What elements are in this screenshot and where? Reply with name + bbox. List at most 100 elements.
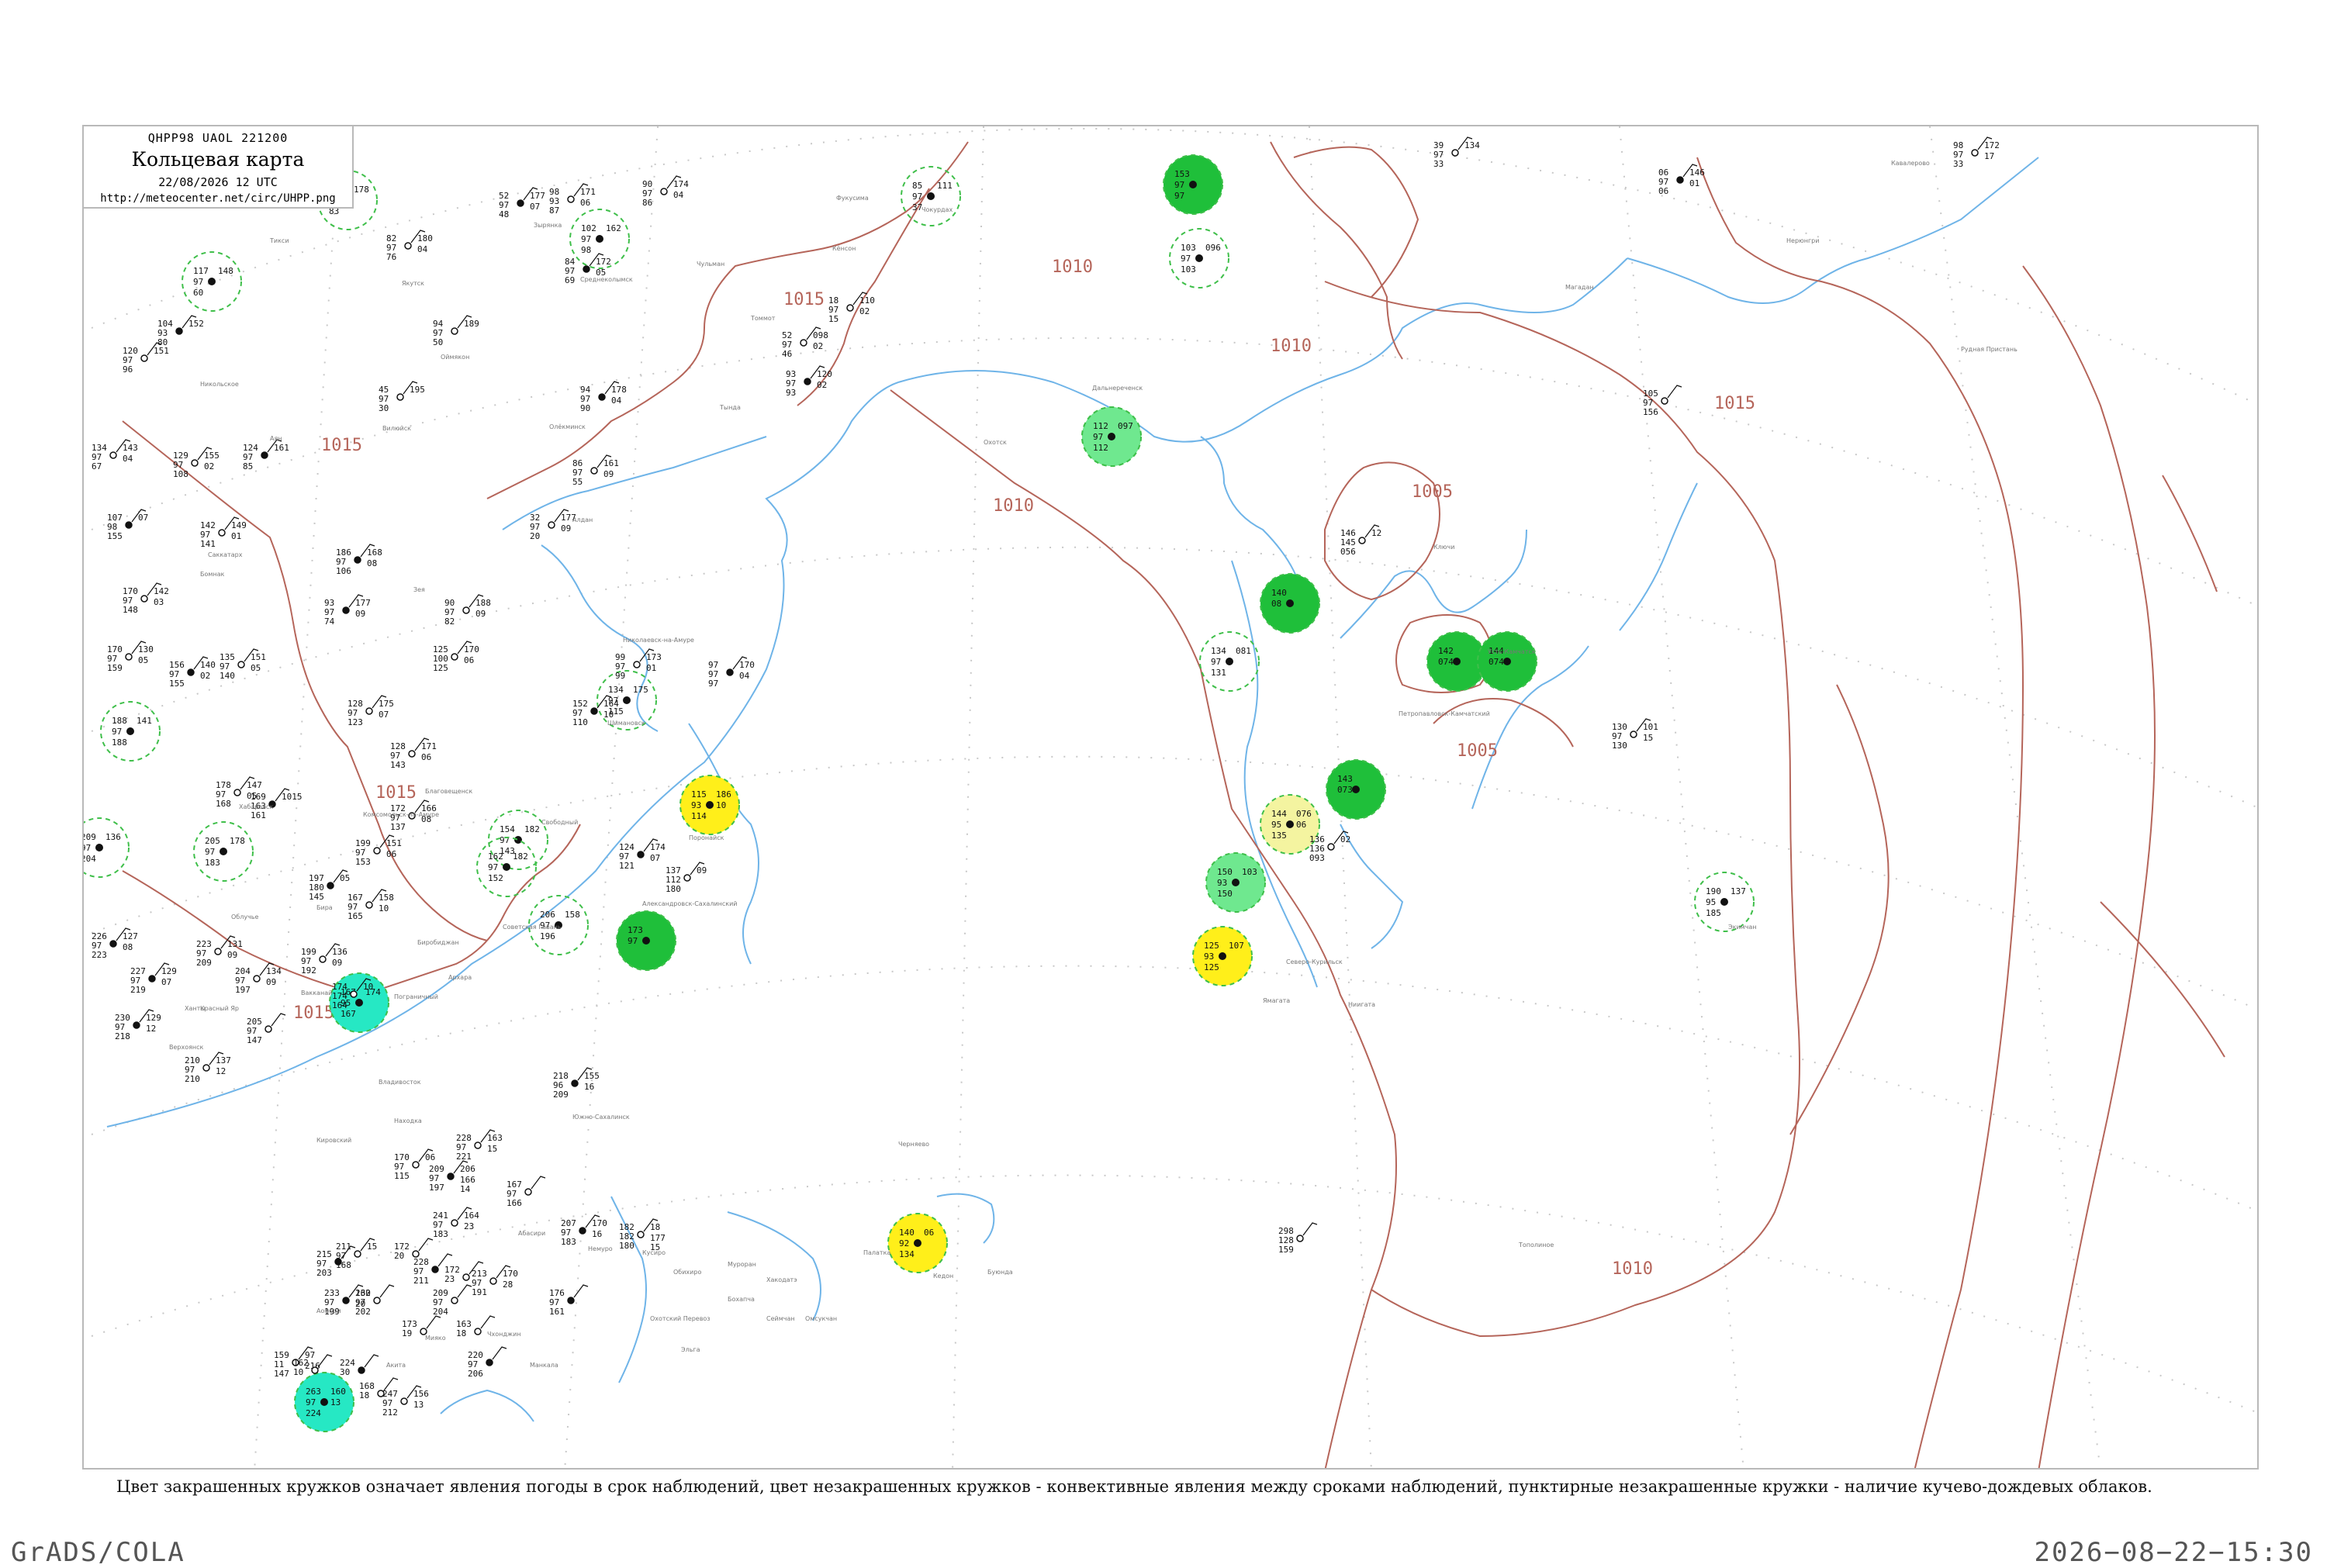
cloud-cover-icon	[148, 975, 156, 983]
station-value: 93	[1217, 878, 1227, 888]
wind-barb-icon	[480, 1315, 496, 1329]
station-value: 137	[216, 1055, 231, 1065]
station-plot: 86975516109	[572, 454, 619, 487]
cloud-cover-icon	[514, 836, 522, 844]
cloud-cover-icon	[1286, 599, 1294, 607]
cloud-cover-icon	[1720, 898, 1728, 906]
station-value: 204	[433, 1307, 448, 1317]
station-plot: 1299710815502	[173, 447, 220, 479]
station-value: 07	[161, 977, 171, 987]
station-value: 09	[227, 950, 237, 960]
station-name-label: Аомори	[316, 1307, 341, 1314]
cloud-cover-icon	[637, 1231, 645, 1238]
cloud-cover-icon	[408, 750, 416, 758]
station-plot: 10597156	[1643, 385, 1682, 417]
cloud-cover-icon	[412, 1250, 420, 1258]
station-name-label: Кировский	[316, 1137, 351, 1144]
station-plot: 2119716815	[336, 1238, 377, 1270]
map-datetime: 22/08/2026 12 UTC	[158, 175, 278, 189]
station-weather-circle: 11297112 097	[1081, 406, 1142, 467]
station-plot: 22097206	[468, 1346, 507, 1379]
station-name-label: Олёкминск	[549, 423, 586, 430]
station-value: 206	[460, 1164, 475, 1174]
station-value: 143	[123, 443, 138, 453]
station-plot: 2269722312708	[92, 927, 138, 960]
station-value: 209	[196, 958, 212, 968]
station-value: 97	[193, 277, 203, 287]
station-name-label: Палатка	[863, 1249, 890, 1256]
cloud-cover-icon	[548, 521, 555, 529]
station-plot: 949750189	[433, 315, 479, 347]
station-weather-circle: 11593114 18610	[679, 775, 740, 835]
station-value: 1015	[282, 792, 303, 802]
station-value: 17	[1984, 151, 1994, 161]
station-value: 102	[581, 223, 596, 233]
station-value: 13	[330, 1397, 341, 1407]
station-value: 16	[584, 1082, 594, 1092]
station-weather-circle: 859737111	[901, 166, 961, 226]
station-weather-circle: 17397	[616, 910, 676, 971]
station-plot: 1709714814203	[123, 582, 169, 615]
station-value: 10	[293, 1367, 303, 1377]
station-value: 190	[1706, 886, 1721, 896]
station-value: 155	[204, 451, 220, 461]
station-plot: 98973317217	[1953, 136, 2000, 169]
station-value: 115	[394, 1171, 410, 1181]
station-name-label: Поронайск	[689, 834, 724, 841]
station-weather-circle: 20597183 178	[193, 821, 254, 882]
station-names: Тикси Чокурдах Зырянка Среднеколымск Оймякон…	[169, 160, 2018, 1369]
station-value: 97	[912, 192, 922, 202]
station-weather-circle: 14008	[1260, 573, 1320, 634]
cloud-cover-icon	[683, 874, 691, 882]
cloud-cover-icon	[642, 937, 650, 945]
cloud-cover-icon	[140, 595, 148, 603]
station-value: 95	[1706, 897, 1716, 907]
station-name-label: Рудная Пристань	[1961, 346, 2018, 353]
station-plot: 23097202	[355, 1284, 395, 1317]
cloud-cover-icon	[579, 1227, 586, 1235]
station-name-label: Биробиджан	[417, 939, 459, 946]
station-weather-circle: 1179760 148	[182, 251, 242, 312]
cloud-cover-icon	[489, 1277, 497, 1285]
station-value: 18	[650, 1222, 660, 1232]
station-value: 05	[340, 873, 350, 883]
station-plot: 14614505612	[1340, 524, 1381, 557]
cloud-cover-icon	[462, 606, 470, 614]
station-plot: 2479721215613	[382, 1385, 429, 1418]
station-plot: 82977618004	[386, 230, 433, 262]
station-value: 134	[899, 1249, 915, 1259]
station-value: 192	[301, 965, 316, 976]
station-value: 143	[390, 760, 406, 770]
station-value: 09	[603, 469, 614, 479]
station-value: 209	[553, 1090, 569, 1100]
cloud-cover-icon	[1232, 879, 1240, 886]
station-value: 135	[1271, 831, 1287, 841]
station-weather-circle: 14092134 06	[887, 1213, 948, 1273]
station-value: 01	[1689, 178, 1699, 188]
cloud-cover-icon	[486, 1359, 493, 1366]
cloud-cover-icon	[800, 339, 807, 347]
station-name-label: Немуро	[588, 1245, 613, 1252]
station-value: 93	[786, 388, 796, 398]
wind-barb-icon	[492, 1346, 507, 1360]
station-value: 87	[549, 205, 559, 216]
station-name-label: Экимчан	[1728, 924, 1757, 931]
station-value: 50	[433, 337, 443, 347]
cloud-cover-icon	[474, 1141, 482, 1149]
station-name-label: Муроран	[728, 1261, 756, 1268]
station-plot: 2279721912907	[130, 962, 177, 995]
cloud-cover-icon	[451, 327, 458, 335]
station-value: 02	[200, 671, 210, 681]
map-source-url[interactable]: http://meteocenter.net/circ/UHPP.png	[84, 192, 352, 205]
station-value: 160	[330, 1387, 346, 1397]
station-value: 97	[708, 679, 718, 689]
station-name-label: Шимановск	[607, 720, 645, 727]
cloud-cover-icon	[633, 661, 641, 668]
cloud-cover-icon	[1352, 786, 1360, 793]
station-plot: 1429714114901	[200, 516, 247, 549]
cloud-cover-icon	[927, 192, 935, 200]
station-value: 096	[1205, 243, 1221, 253]
station-name-label: Чокурдах	[921, 206, 953, 213]
cloud-cover-icon	[914, 1239, 921, 1247]
station-value: 15	[487, 1144, 497, 1154]
